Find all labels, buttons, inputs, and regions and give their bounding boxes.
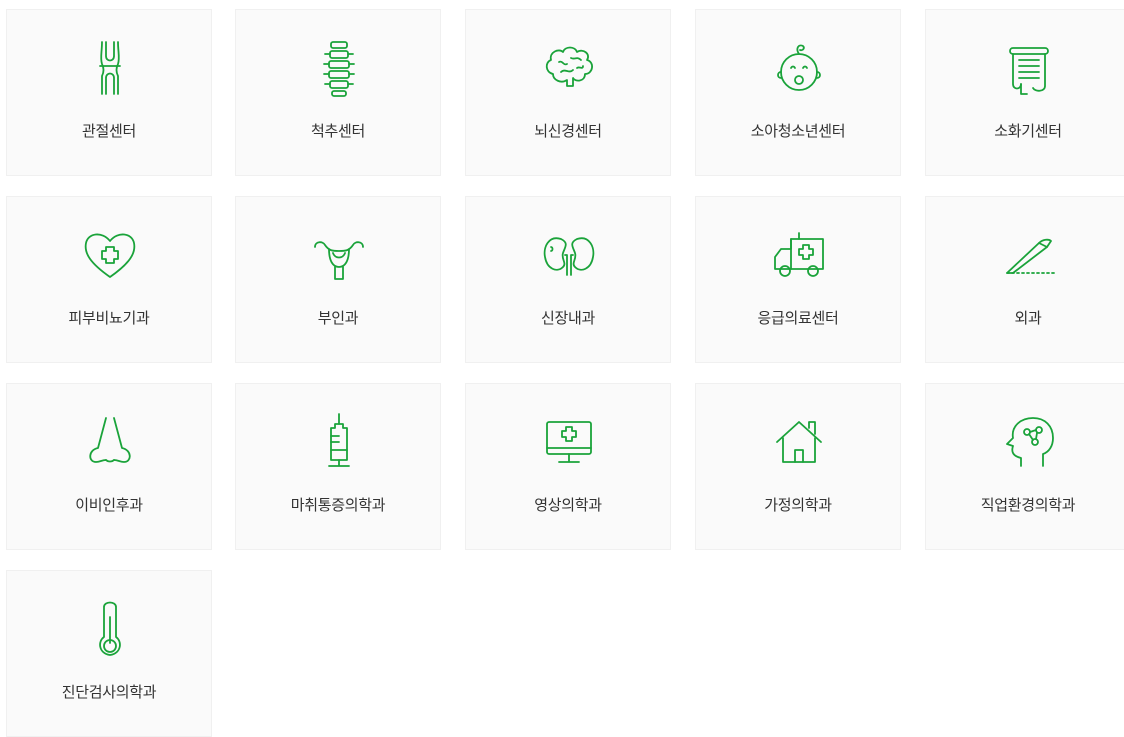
department-card-gastro[interactable]: 소화기센터 xyxy=(925,9,1124,176)
department-card-joint[interactable]: 관절센터 xyxy=(6,9,212,176)
department-label: 소화기센터 xyxy=(994,122,1062,140)
department-card-family-medicine[interactable]: 가정의학과 xyxy=(695,383,901,550)
department-card-anesthesiology[interactable]: 마취통증의학과 xyxy=(235,383,441,550)
heart-cross-icon xyxy=(80,225,140,285)
spine-icon xyxy=(309,38,369,98)
scalpel-icon xyxy=(999,225,1059,285)
department-card-laboratory-medicine[interactable]: 진단검사의학과 xyxy=(6,570,212,737)
department-label: 뇌신경센터 xyxy=(534,122,602,140)
department-label: 소아청소년센터 xyxy=(750,122,846,140)
department-card-pediatrics[interactable]: 소아청소년센터 xyxy=(695,9,901,176)
department-label: 마취통증의학과 xyxy=(290,496,386,514)
department-label: 진단검사의학과 xyxy=(61,683,157,701)
monitor-cross-icon xyxy=(539,412,599,472)
department-label: 외과 xyxy=(1014,309,1042,327)
department-label: 피부비뇨기과 xyxy=(68,309,150,327)
nose-icon xyxy=(80,412,140,472)
baby-icon xyxy=(769,38,829,98)
syringe-icon xyxy=(309,412,369,472)
department-card-spine[interactable]: 척추센터 xyxy=(235,9,441,176)
brain-icon xyxy=(539,38,599,98)
department-label: 영상의학과 xyxy=(534,496,602,514)
uterus-icon xyxy=(309,225,369,285)
department-label: 직업환경의학과 xyxy=(980,496,1076,514)
department-card-gynecology[interactable]: 부인과 xyxy=(235,196,441,363)
intestine-icon xyxy=(999,38,1059,98)
department-label: 관절센터 xyxy=(81,122,136,140)
department-card-neuro[interactable]: 뇌신경센터 xyxy=(465,9,671,176)
department-label: 이비인후과 xyxy=(75,496,143,514)
kidney-icon xyxy=(539,225,599,285)
knee-joint-icon xyxy=(80,38,140,98)
department-card-dermatology[interactable]: 피부비뇨기과 xyxy=(6,196,212,363)
department-label: 응급의료센터 xyxy=(757,309,839,327)
department-card-ent[interactable]: 이비인후과 xyxy=(6,383,212,550)
department-card-surgery[interactable]: 외과 xyxy=(925,196,1124,363)
department-label: 신장내과 xyxy=(540,309,595,327)
department-label: 척추센터 xyxy=(310,122,365,140)
department-grid: 관절센터 척추센터 뇌신경센터 소아청소년센터 소화기센터 피부비뇨기과 부인과… xyxy=(0,0,1124,737)
department-label: 부인과 xyxy=(317,309,359,327)
department-card-occupational-medicine[interactable]: 직업환경의학과 xyxy=(925,383,1124,550)
thermometer-icon xyxy=(80,599,140,659)
department-card-nephrology[interactable]: 신장내과 xyxy=(465,196,671,363)
department-label: 가정의학과 xyxy=(764,496,832,514)
house-icon xyxy=(769,412,829,472)
ambulance-icon xyxy=(769,225,829,285)
head-network-icon xyxy=(999,412,1059,472)
department-card-emergency[interactable]: 응급의료센터 xyxy=(695,196,901,363)
department-card-radiology[interactable]: 영상의학과 xyxy=(465,383,671,550)
